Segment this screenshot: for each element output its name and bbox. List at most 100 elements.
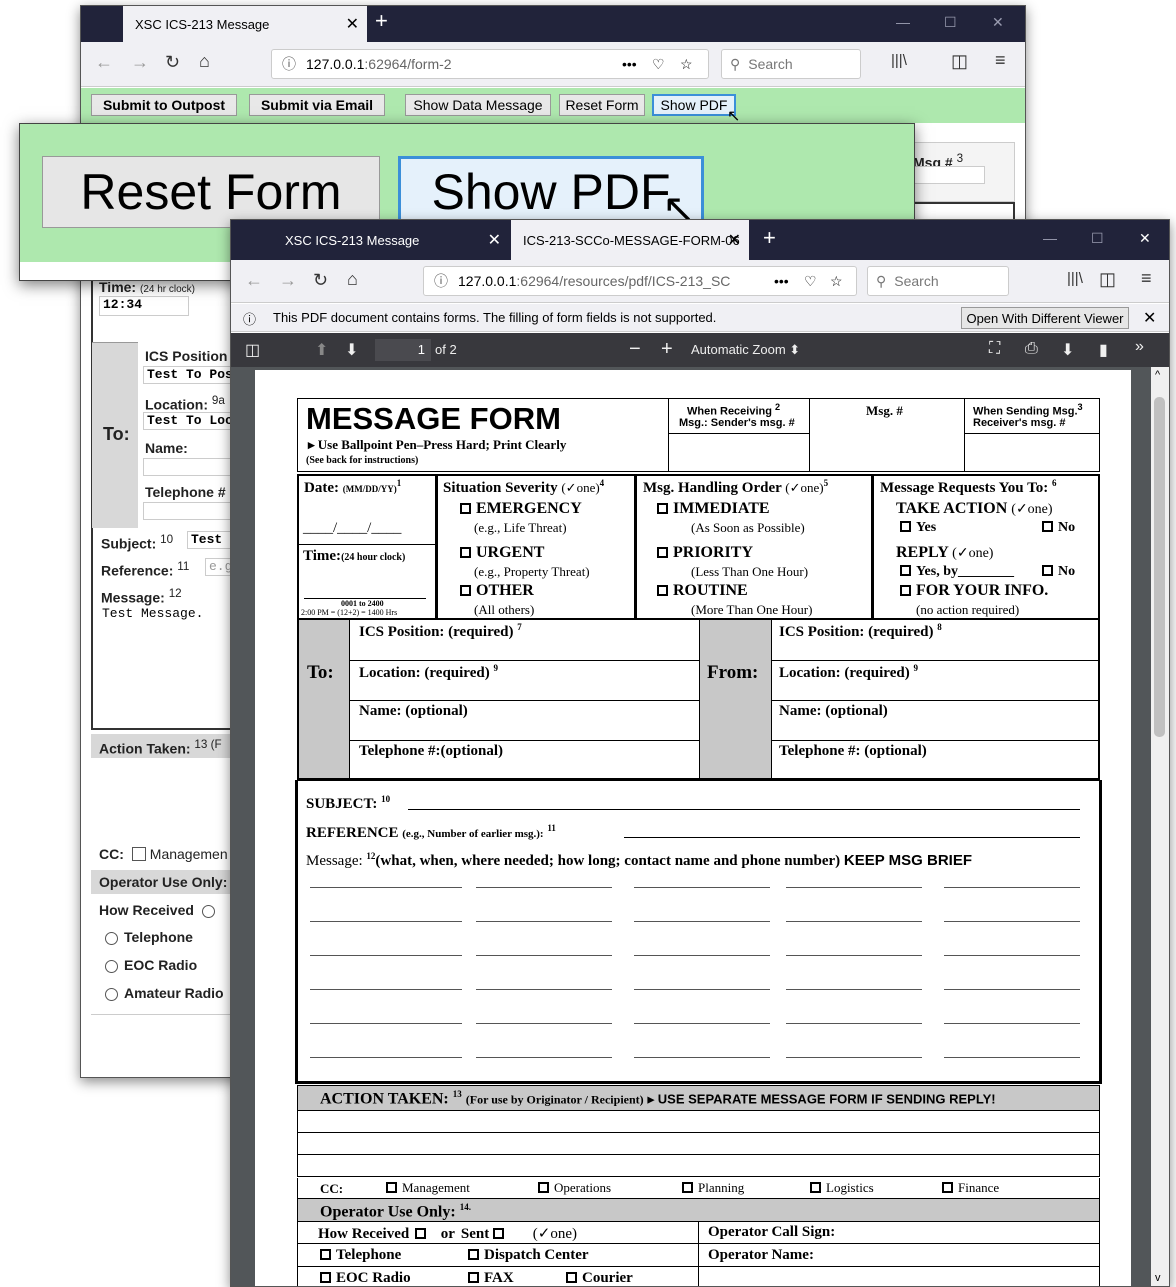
sidebar-icon[interactable]: ◫ — [951, 51, 968, 72]
reload-icon-2[interactable]: ↻ — [313, 270, 328, 291]
search-input[interactable]: ⚲ Search — [721, 49, 861, 79]
submit-email-button[interactable]: Submit via Email — [249, 94, 385, 116]
print-icon[interactable]: ⎙ — [1025, 340, 1038, 358]
notice-text: This PDF document contains forms. The fi… — [273, 310, 717, 325]
message-rule — [944, 1057, 1080, 1058]
pocket-icon[interactable]: ♡ — [652, 56, 665, 73]
sidebar-icon-2[interactable]: ◫ — [1099, 269, 1116, 290]
page-number-input[interactable]: 1 — [375, 339, 431, 361]
date-time-cell: Date: (MM/DD/YY)1 ____/____/____ Time:(2… — [297, 474, 437, 620]
pdf-notice-bar: ⓘ This PDF document contains forms. The … — [231, 304, 1169, 332]
from-ics-label: ICS Position: (required) 8 — [779, 622, 942, 640]
search-icon: ⚲ — [730, 55, 741, 72]
tab-form[interactable]: XSC ICS-213 Message ✕ — [123, 6, 367, 42]
tools-icon[interactable]: » — [1135, 338, 1144, 356]
close-window-icon[interactable]: ✕ — [992, 14, 1004, 31]
tab-pdf[interactable]: ICS-213-SCCo-MESSAGE-FORM-06 ✕ — [511, 220, 749, 260]
show-data-message-button[interactable]: Show Data Message — [405, 94, 551, 116]
ics-position-input[interactable]: Test To Pos — [143, 366, 243, 384]
pdf-search-placeholder: Search — [894, 273, 939, 289]
home-icon-2[interactable]: ⌂ — [347, 269, 358, 290]
pdf-search-input[interactable]: ⚲ Search — [867, 266, 1009, 296]
message-rule — [786, 887, 922, 888]
back-icon-2[interactable]: ← — [245, 270, 263, 291]
tab2-title: ICS-213-SCCo-MESSAGE-FORM-06 — [523, 232, 740, 248]
name-input[interactable] — [143, 458, 243, 476]
radio-eoc-radio[interactable]: EOC Radio — [105, 957, 197, 973]
message-rule — [476, 989, 612, 990]
radio-telephone[interactable]: Telephone — [105, 929, 193, 945]
tab-form-2[interactable]: XSC ICS-213 Message ✕ — [273, 220, 509, 260]
sidebar-toggle-icon[interactable]: ◫ — [245, 340, 260, 360]
close-tab1-icon[interactable]: ✕ — [488, 230, 501, 250]
message-rule — [310, 1023, 462, 1024]
reference-label: Reference: 11 — [101, 560, 190, 579]
library-icon[interactable]: |||\ — [891, 52, 907, 69]
telephone-input[interactable] — [143, 502, 243, 520]
pdf-page: MESSAGE FORM ▸ Use Ballpoint Pen–Press H… — [255, 370, 1131, 1286]
close-tab2-icon[interactable]: ✕ — [728, 230, 741, 250]
prev-page-icon[interactable]: ⬆ — [315, 340, 328, 360]
reset-form-button[interactable]: Reset Form — [559, 94, 645, 116]
maximize-icon-2[interactable]: ☐ — [1091, 230, 1104, 247]
zoom-show-pdf-button[interactable]: Show PDF — [398, 156, 704, 228]
minimize-icon-2[interactable]: — — [1043, 230, 1057, 246]
message-rule — [310, 921, 462, 922]
zoom-select[interactable]: Automatic Zoom ⬍ — [691, 342, 800, 358]
bookmark-star-icon[interactable]: ☆ — [680, 56, 693, 73]
info-icon[interactable]: ⓘ — [282, 54, 296, 74]
home-icon[interactable]: ⌂ — [199, 51, 210, 72]
zoom-out-icon[interactable]: − — [629, 338, 641, 361]
severity-cell: Situation Severity (✓one)4 EMERGENCY (e.… — [436, 474, 636, 620]
back-icon[interactable]: ← — [95, 52, 113, 73]
pdf-nav-bar: ← → ↻ ⌂ ⓘ 127.0.0.1:62964/resources/pdf/… — [231, 260, 1169, 303]
show-pdf-button[interactable]: Show PDF — [652, 94, 736, 116]
message-rule — [634, 1057, 770, 1058]
url-bar[interactable]: ⓘ 127.0.0.1:62964/form-2 ••• ♡ ☆ — [271, 49, 709, 79]
close-tab-icon[interactable]: ✕ — [346, 14, 359, 34]
zoom-reset-button[interactable]: Reset Form — [42, 156, 380, 228]
forward-icon-2[interactable]: → — [279, 270, 297, 291]
scrollbar[interactable]: ^ v — [1151, 367, 1169, 1286]
menu-icon-2[interactable]: ≡ — [1141, 268, 1152, 289]
when-sending-cell: When Sending Msg.3 Receiver's msg. # — [964, 398, 1100, 472]
search-icon-2: ⚲ — [876, 272, 887, 289]
to-label: To: — [103, 424, 130, 444]
pdf-to-label: To: — [307, 662, 334, 683]
maximize-icon[interactable]: ☐ — [944, 14, 957, 31]
minimize-icon[interactable]: — — [896, 14, 910, 30]
bookmark-icon[interactable]: ▮ — [1099, 340, 1108, 360]
pdf-url-bar[interactable]: ⓘ 127.0.0.1:62964/resources/pdf/ICS-213_… — [423, 266, 857, 296]
message-input[interactable]: Test Message. — [99, 606, 239, 724]
open-with-button[interactable]: Open With Different Viewer — [961, 307, 1129, 329]
msg-input[interactable] — [913, 166, 985, 184]
message-rule — [476, 921, 612, 922]
bookmark-star-icon-2[interactable]: ☆ — [830, 273, 843, 290]
library-icon-2[interactable]: |||\ — [1067, 270, 1083, 287]
time-label: Time: (24 hr clock) — [99, 279, 195, 295]
location-input[interactable]: Test To Loc — [143, 412, 243, 430]
radio-amateur-radio[interactable]: Amateur Radio — [105, 985, 224, 1001]
how-received-label: How Received — [99, 902, 221, 918]
close-window-icon-2[interactable]: ✕ — [1139, 230, 1151, 247]
new-tab-icon-2[interactable]: + — [763, 225, 776, 251]
submit-outpost-button[interactable]: Submit to Outpost — [91, 94, 237, 116]
forward-icon[interactable]: → — [131, 52, 149, 73]
close-notice-icon[interactable]: ✕ — [1143, 308, 1156, 328]
presentation-icon[interactable]: ⛶ — [989, 340, 1000, 358]
reload-icon[interactable]: ↻ — [165, 52, 180, 73]
more-icon[interactable]: ••• — [622, 56, 637, 72]
pocket-icon-2[interactable]: ♡ — [804, 273, 817, 290]
download-icon[interactable]: ⬇ — [1061, 340, 1074, 360]
next-page-icon[interactable]: ⬇ — [345, 340, 358, 360]
pdf-from-label: From: — [707, 662, 759, 683]
menu-icon[interactable]: ≡ — [995, 50, 1006, 71]
from-name-label: Name: (optional) — [779, 703, 888, 719]
new-tab-icon[interactable]: + — [375, 8, 388, 34]
zoom-in-icon[interactable]: + — [661, 338, 673, 361]
time-input[interactable]: 12:34 — [99, 296, 189, 316]
more-icon-2[interactable]: ••• — [774, 273, 789, 289]
message-label: Message: 12 — [101, 587, 182, 606]
info-icon-2[interactable]: ⓘ — [434, 271, 448, 291]
url-host: 127.0.0.1 — [306, 56, 365, 72]
